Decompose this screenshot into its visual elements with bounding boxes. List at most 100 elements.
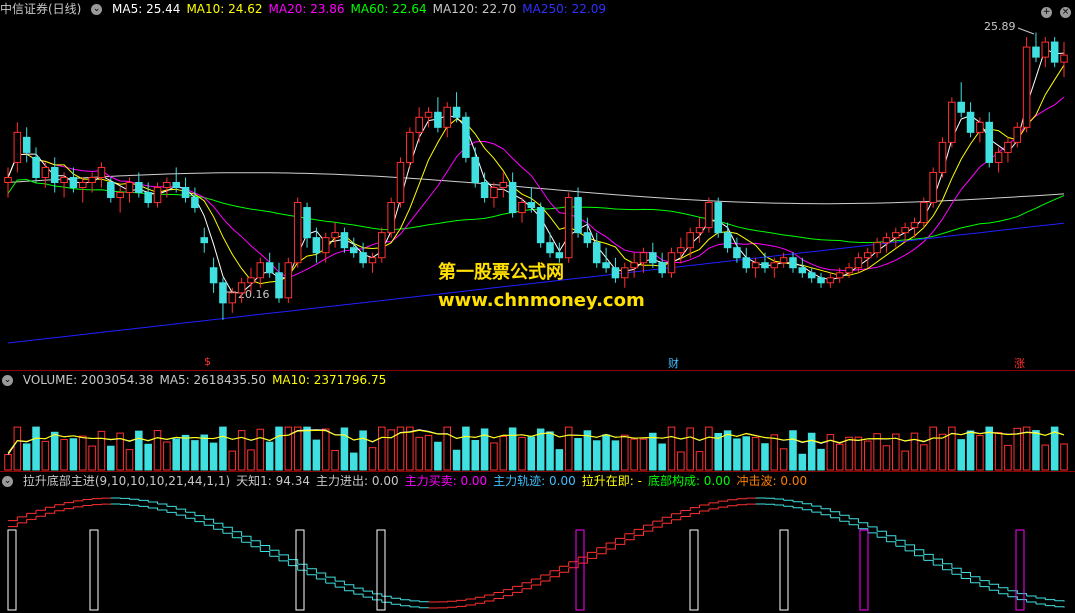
indicator-step: [867, 532, 878, 538]
candle-body: [135, 181, 143, 194]
volume-bar: [966, 430, 975, 471]
signal-box: [7, 529, 17, 611]
volume-bar: [340, 427, 349, 471]
indicator-step: [858, 522, 869, 527]
indicator-step: [783, 505, 794, 508]
candle-body: [882, 237, 891, 244]
indicator-step: [708, 501, 719, 504]
signal-box: [689, 529, 699, 611]
volume-bar: [125, 449, 134, 471]
volume-bar: [854, 436, 863, 471]
indicator-step: [120, 497, 130, 500]
volume-bar: [751, 437, 760, 471]
ma5-line: [7, 47, 1065, 294]
candle-body: [88, 176, 96, 183]
indicator-step: [942, 569, 953, 575]
volume-bar: [807, 432, 816, 471]
candle-body: [779, 257, 788, 264]
candle-body: [892, 232, 900, 239]
indicator-step: [923, 553, 934, 560]
candle-body: [97, 166, 106, 178]
indicator-step: [456, 599, 467, 601]
candle-body: [621, 267, 629, 279]
candle-body: [116, 192, 124, 199]
candle-body: [359, 252, 367, 264]
candle-body: [770, 262, 779, 269]
candle-body: [938, 141, 947, 173]
indicator-step: [475, 601, 486, 604]
indicator-step: [493, 589, 504, 593]
indicator-step: [1026, 595, 1037, 598]
indicator-step: [811, 505, 822, 509]
indicator-step: [699, 502, 710, 506]
indicator-step: [82, 504, 93, 506]
candle-body: [1050, 41, 1059, 63]
volume-bar: [163, 441, 171, 471]
volume-bar: [639, 438, 648, 471]
indicator-step: [942, 563, 953, 569]
indicator-step: [998, 587, 1009, 591]
indicator-step: [148, 501, 158, 504]
indicator-step: [475, 595, 486, 598]
indicator-step: [437, 601, 448, 603]
volume-bar: [349, 452, 358, 471]
candle-body: [50, 166, 59, 183]
volume-bar: [770, 434, 779, 471]
candle-body: [228, 292, 237, 304]
indicator-step: [1036, 597, 1046, 600]
indicator-step: [194, 515, 205, 520]
volume-bar: [1041, 444, 1050, 471]
candle-body: [60, 176, 68, 183]
candle-body: [443, 106, 451, 128]
indicator-step: [297, 569, 308, 575]
indicator-step: [409, 600, 420, 602]
indicator-step: [680, 513, 691, 517]
indicator-step: [353, 587, 364, 592]
volume-bar: [1060, 443, 1068, 471]
indicator-step: [736, 504, 747, 506]
volume-bar: [863, 440, 872, 471]
indicator-step: [606, 538, 616, 544]
indicator-step: [765, 497, 775, 499]
indicator-step: [335, 586, 345, 591]
indicator-step: [138, 499, 149, 502]
indicator-step: [578, 558, 588, 564]
indicator-step: [652, 523, 663, 528]
candle-body: [1004, 141, 1012, 153]
volume-bar: [97, 430, 106, 471]
indicator-step: [895, 539, 906, 545]
indicator-step: [92, 498, 102, 500]
candle-body: [873, 242, 881, 254]
volume-bar: [705, 426, 713, 471]
candle-body: [592, 242, 601, 264]
indicator-step: [662, 519, 672, 524]
indicator-step: [316, 572, 327, 578]
volume-bar: [490, 442, 498, 471]
indicator-step: [447, 606, 458, 608]
indicator-step: [148, 507, 158, 510]
indicator-step: [400, 605, 411, 607]
indicator-step: [1017, 599, 1028, 602]
indicator-step: [727, 504, 738, 507]
volume-bar: [845, 436, 853, 471]
volume-bar: [135, 430, 143, 471]
candle-body: [1032, 46, 1040, 58]
indicator-step: [718, 499, 729, 502]
candle-body: [368, 257, 377, 264]
indicator-step: [307, 568, 317, 573]
indicator-step: [531, 575, 542, 580]
indicator-step: [727, 498, 738, 501]
indicator-step: [381, 595, 392, 599]
indicator-step: [979, 580, 990, 585]
candle-body: [854, 257, 863, 269]
candle-body: [985, 121, 994, 163]
indicator-step: [391, 597, 401, 600]
indicator-step: [194, 521, 205, 526]
indicator-step: [241, 535, 252, 541]
volume-bar: [88, 445, 96, 471]
candle-body: [172, 181, 180, 189]
indicator-step: [699, 508, 710, 512]
volume-bar: [723, 430, 732, 471]
candle-body: [191, 197, 199, 209]
candle-body: [237, 282, 246, 294]
